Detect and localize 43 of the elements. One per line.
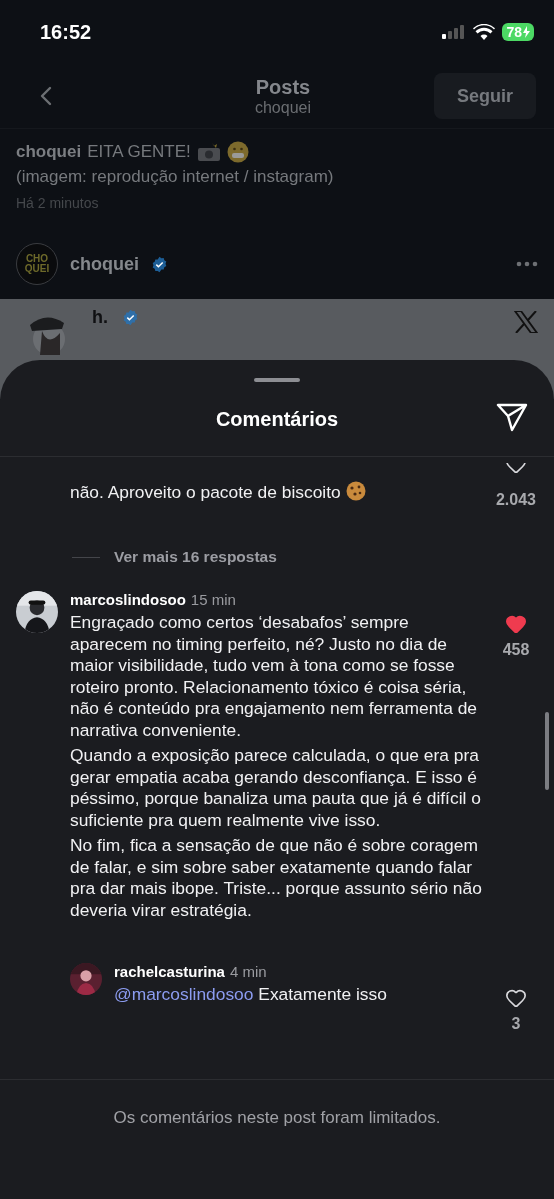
- verified-badge-icon: [151, 255, 168, 273]
- caption-time: Há 2 minutos: [16, 195, 100, 211]
- logo-text: QUEI: [24, 264, 50, 274]
- like-count: 3: [511, 1015, 521, 1033]
- header-title: Posts: [255, 75, 311, 99]
- comment-text: No fim, fica a sensação de que não é sobre coragem de falar, e sim sobre saber exatamente quando falar pra dar mais ibope. Triste... porque assunto sério não deveria virar estratégia.: [70, 835, 482, 921]
- x-logo-icon: [514, 311, 538, 333]
- view-more-replies[interactable]: Ver mais 16 respostas: [114, 548, 277, 566]
- header-subtitle: choquei: [254, 98, 311, 117]
- like-button[interactable]: [505, 463, 527, 475]
- caption-text: EITA GENTE!: [87, 142, 191, 162]
- comment-text: @marcoslindosoo Exatamente isso: [114, 984, 388, 1006]
- verified-badge-icon: [122, 309, 139, 326]
- like-button[interactable]: [505, 987, 527, 1009]
- comment-time: 4 min: [229, 963, 267, 980]
- mention-link[interactable]: @marcoslindosoo: [114, 984, 254, 1004]
- charging-bolt-icon: [523, 26, 530, 38]
- sheet-handle[interactable]: [254, 378, 300, 382]
- comment-text: não. Aproveito o pacote de biscoito: [70, 481, 482, 504]
- signal-icon: [442, 25, 467, 39]
- caption-text: (imagem: reprodução internet / instagram): [16, 167, 335, 187]
- camera-flash-icon: [196, 142, 221, 162]
- comments-limited-notice: Os comentários neste post foram limitados.: [113, 1108, 441, 1129]
- comment-username[interactable]: rachelcasturina: [114, 963, 225, 980]
- embed-author: h.: [92, 307, 108, 328]
- grimace-emoji-icon: [226, 141, 249, 163]
- caption-author[interactable]: choquei: [16, 142, 82, 162]
- wifi-icon: [473, 24, 496, 40]
- share-button[interactable]: [496, 402, 528, 432]
- more-icon[interactable]: [516, 261, 538, 267]
- comment-text: Engraçado como certos ‘desabafos’ sempre aparecem no timing perfeito, né? Justo no dia de maior visibilidade, tudo vem à tona como se fosse roteiro pronto. Relacionamento tóxico é coisa séria, não é conteúdo pra engajamento nem ferramenta de narrativa conveniente.: [70, 612, 479, 741]
- battery-indicator: 78: [502, 23, 534, 41]
- cookie-icon: [345, 481, 366, 501]
- comment-text: Quando a exposição parece calculada, o que era pra gerar empatia acaba gerando desconfiança. E isso é péssimo, porque banaliza uma pauta que já é difícil o suficiente pra quem realmente vive isso.: [70, 745, 482, 831]
- sheet-title: Comentários: [215, 407, 339, 431]
- like-count: 458: [502, 641, 530, 659]
- like-count: 2.043: [495, 491, 536, 509]
- comment-username[interactable]: marcoslindosoo: [70, 591, 186, 608]
- comment-time: 15 min: [190, 591, 236, 608]
- post-author[interactable]: choquei: [70, 253, 139, 275]
- logo-text: CHO: [25, 254, 49, 264]
- follow-button[interactable]: Seguir: [434, 73, 536, 119]
- status-time: 16:52: [40, 20, 92, 44]
